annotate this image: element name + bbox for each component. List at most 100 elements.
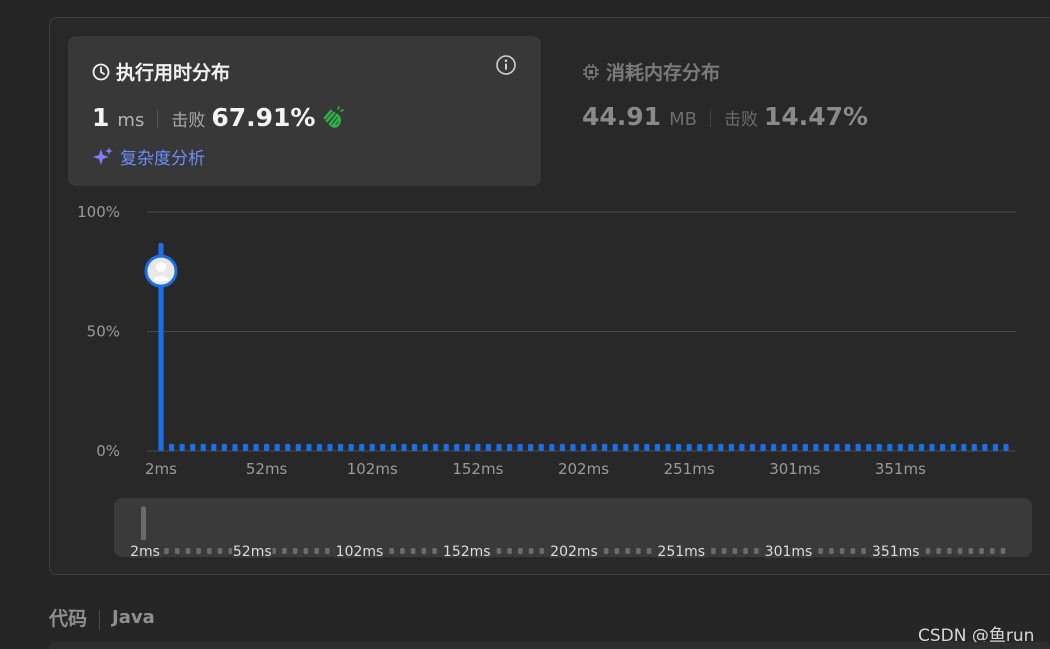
chart-bar — [506, 443, 513, 451]
chart-bar — [443, 443, 449, 451]
chart-bar — [718, 443, 724, 451]
range-mini-bar — [989, 548, 995, 554]
range-mini-bar — [711, 548, 716, 554]
range-mini-bar — [528, 548, 534, 554]
x-tick-label: 152ms — [452, 460, 503, 478]
chart-bar — [1003, 443, 1009, 451]
chart-bar — [644, 443, 650, 451]
chart-bar — [359, 443, 365, 451]
range-mini-bar — [850, 548, 856, 554]
range-tick-label: 52ms — [233, 544, 272, 560]
chart-bar — [813, 443, 819, 451]
range-mini-bar — [196, 548, 201, 554]
chart-bar — [686, 443, 692, 451]
range-mini-bar — [754, 548, 759, 554]
range-mini-bar — [164, 548, 169, 554]
range-mini-bar — [282, 548, 287, 554]
chart-bar — [749, 443, 756, 451]
chart-bar — [211, 443, 217, 451]
chart-bar — [316, 443, 323, 451]
range-mini-bar — [292, 548, 298, 554]
x-tick-label: 2ms — [145, 460, 177, 478]
range-mini-bar — [410, 548, 416, 554]
range-mini-bar — [603, 548, 609, 554]
code-editor-top-edge — [49, 642, 1050, 649]
chart-bar — [992, 443, 999, 451]
range-tick-label: 152ms — [443, 544, 491, 560]
chart-bar — [866, 443, 872, 451]
chart-bar — [792, 443, 798, 451]
chart-bar — [475, 443, 481, 451]
x-tick-label: 202ms — [558, 460, 609, 478]
range-tick-label: 102ms — [336, 544, 384, 560]
chart-bar — [771, 443, 777, 451]
divider — [99, 609, 101, 630]
range-mini-bar — [743, 548, 748, 554]
chart-bar — [549, 443, 555, 451]
chart-bar — [897, 443, 903, 451]
range-mini-bar — [829, 548, 834, 554]
code-language: Java — [112, 607, 155, 628]
chart-bar — [728, 443, 734, 451]
chart-bar — [179, 443, 185, 451]
chart-bar — [464, 443, 470, 451]
range-mini-bar — [936, 548, 941, 554]
range-mini-bar — [421, 548, 427, 554]
chart-bar — [264, 443, 270, 451]
range-mini-bar — [818, 548, 823, 554]
range-mini-bar — [979, 548, 984, 554]
chart-bar — [369, 443, 375, 451]
range-mini-bar — [507, 548, 512, 554]
range-mini-bar — [389, 548, 394, 554]
chart-bar — [380, 443, 386, 451]
chart-bar — [950, 443, 956, 451]
chart-bar — [675, 443, 682, 451]
chart-bar — [274, 443, 280, 451]
chart-bar — [422, 443, 428, 451]
range-mini-bar — [518, 548, 523, 554]
range-mini-bar — [314, 548, 319, 554]
range-mini-bar — [217, 548, 223, 554]
range-mini-bar — [636, 548, 641, 554]
range-tick-label: 2ms — [130, 544, 160, 560]
code-section-header: 代码 Java — [49, 604, 155, 631]
range-mini-bar — [496, 548, 502, 554]
range-tick-label: 251ms — [657, 544, 705, 560]
chart-bar — [538, 443, 544, 451]
chart-bar — [760, 443, 766, 451]
range-mini-bar — [400, 548, 405, 554]
runtime-distribution-chart[interactable]: 0% 50% 100% 2ms 52ms 102ms 152ms 202ms 251ms 301… — [0, 0, 1050, 580]
range-mini-bar — [1000, 548, 1006, 554]
chart-bar — [401, 443, 407, 451]
chart-bar — [295, 443, 301, 451]
y-tick-label: 100% — [77, 203, 120, 221]
chart-bar — [580, 443, 587, 451]
chart-bar — [623, 443, 629, 451]
chart-bar — [570, 443, 576, 451]
chart-bar — [834, 443, 840, 451]
range-mini-bar — [614, 548, 620, 554]
range-mini-bar — [732, 548, 738, 554]
chart-bar — [918, 443, 925, 451]
x-tick-label: 102ms — [347, 460, 398, 478]
chart-bar — [433, 443, 439, 451]
chart-bar — [232, 443, 238, 451]
chart-bar — [221, 443, 227, 451]
chart-bar — [242, 443, 249, 451]
avatar-head — [156, 262, 166, 273]
chart-bar — [887, 443, 893, 451]
chart-bar — [485, 443, 492, 451]
chart-bar — [591, 443, 597, 451]
range-mini-bar — [325, 548, 330, 554]
y-tick-label: 0% — [96, 442, 120, 460]
chart-bar — [961, 443, 967, 451]
range-mini-bar — [646, 548, 652, 554]
chart-bar — [168, 443, 175, 451]
chart-bar — [528, 443, 534, 451]
chart-bar — [496, 443, 502, 451]
chart-bar — [633, 443, 639, 451]
chart-bar — [253, 443, 259, 451]
range-mini-bar — [721, 548, 727, 554]
range-mini-bar — [625, 548, 630, 554]
chart-bar — [940, 443, 946, 451]
